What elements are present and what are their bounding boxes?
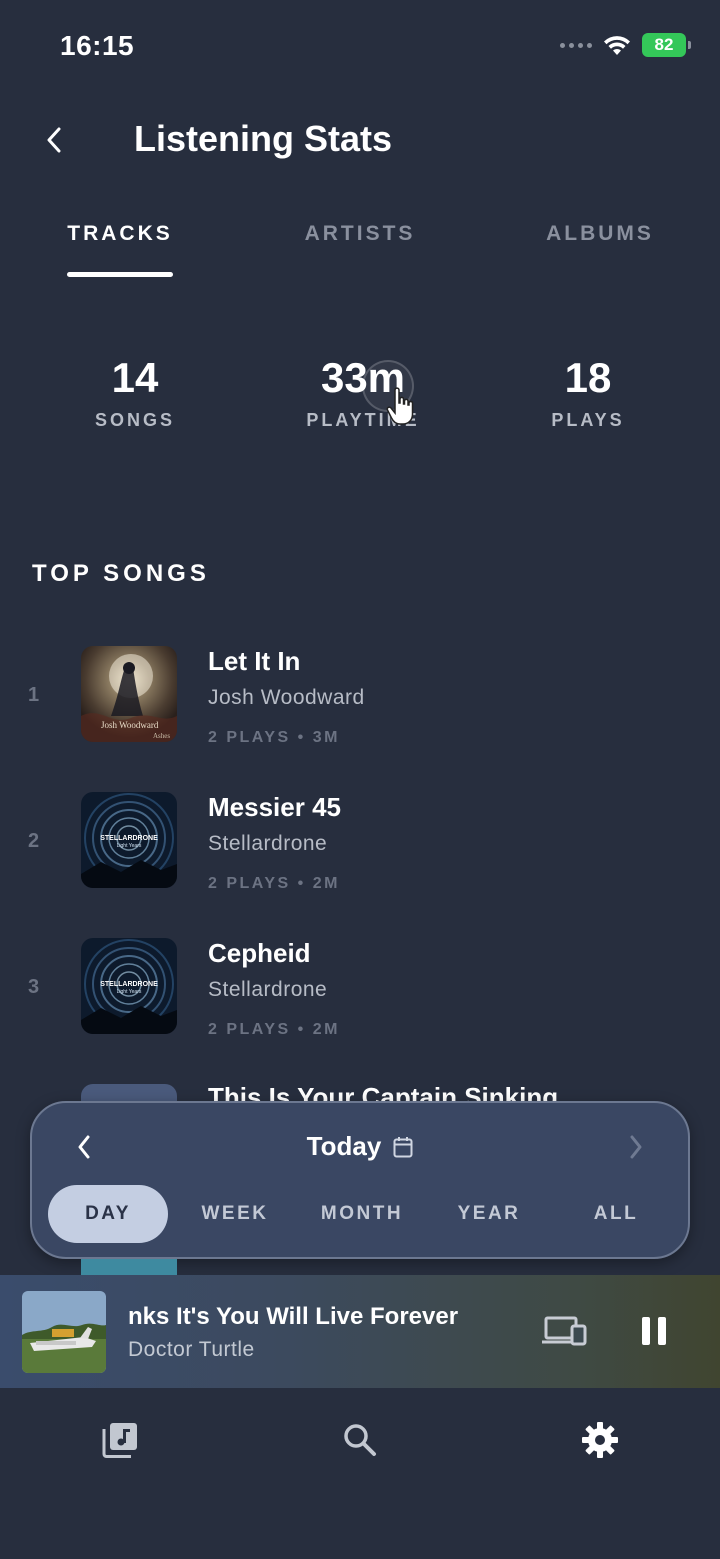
now-playing-bar[interactable]: nks It's You Will Live Forever Doctor Tu… — [0, 1275, 720, 1388]
range-options: DAY WEEK MONTH YEAR ALL — [46, 1185, 676, 1245]
stats-tabs: TRACKS ARTISTS ALBUMS — [0, 210, 720, 282]
wifi-icon — [604, 36, 630, 55]
svg-text:Light Years: Light Years — [117, 989, 142, 995]
stat-plays-label: PLAYS — [551, 410, 625, 430]
song-title: Cepheid — [208, 938, 311, 968]
song-rank: 1 — [28, 684, 40, 706]
battery-level: 82 — [654, 35, 674, 54]
tab-tracks[interactable]: TRACKS — [30, 222, 210, 246]
album-art: Josh Woodward Ashes — [81, 646, 177, 742]
devices-icon — [542, 1316, 587, 1346]
pause-button[interactable] — [636, 1313, 672, 1349]
stat-plays-value: 18 — [564, 354, 612, 401]
song-meta: 2 PLAYS • 2M — [208, 1021, 340, 1038]
chevron-left-icon — [47, 127, 61, 153]
song-row[interactable]: 3 STELLARDRONE Light Years Cepheid Stell… — [0, 938, 720, 1048]
nav-settings[interactable] — [580, 1420, 620, 1460]
song-row[interactable]: 1 Josh Woodward Ashes Let It In Josh Woo… — [0, 646, 720, 756]
pause-icon — [642, 1317, 666, 1345]
bottom-navigation — [0, 1388, 720, 1559]
back-button[interactable] — [36, 120, 72, 160]
song-row-hidden — [0, 1259, 720, 1275]
album-art — [81, 1259, 177, 1275]
song-rank: 3 — [28, 976, 40, 998]
svg-text:Josh Woodward: Josh Woodward — [101, 720, 159, 730]
song-artist: Stellardrone — [208, 832, 328, 855]
header: Listening Stats — [0, 108, 720, 172]
stats-summary: 14 SONGS 33m PLAYTIME 18 PLAYS — [0, 350, 720, 460]
svg-text:STELLARDRONE: STELLARDRONE — [100, 835, 158, 842]
top-songs-heading: TOP SONGS — [32, 560, 210, 587]
devices-button[interactable] — [542, 1313, 588, 1349]
search-icon — [344, 1424, 376, 1456]
cellular-signal-icon — [560, 42, 592, 48]
album-art: STELLARDRONE Light Years — [81, 792, 177, 888]
status-bar: 16:15 82 — [0, 0, 720, 92]
song-row[interactable]: 2 STELLARDRONE Light Years Messier 45 St… — [0, 792, 720, 902]
time-range-selector: Today DAY WEEK MONTH YEAR ALL — [30, 1101, 690, 1259]
range-option-month[interactable]: MONTH — [302, 1185, 422, 1243]
svg-text:STELLARDRONE: STELLARDRONE — [100, 981, 158, 988]
svg-text:Ashes: Ashes — [153, 732, 170, 740]
hand-pointer-icon — [386, 387, 414, 425]
status-icons: 82 — [560, 33, 691, 57]
settings-icon — [582, 1422, 618, 1458]
range-option-week[interactable]: WEEK — [175, 1185, 295, 1243]
stat-songs-label: SONGS — [94, 410, 175, 430]
song-title: Messier 45 — [208, 792, 341, 822]
now-playing-artist: Doctor Turtle — [128, 1338, 255, 1361]
battery-icon: 82 — [642, 33, 691, 57]
status-time: 16:15 — [60, 30, 135, 61]
album-art: STELLARDRONE Light Years — [81, 938, 177, 1034]
song-meta: 2 PLAYS • 3M — [208, 729, 340, 746]
stat-songs-value: 14 — [111, 354, 159, 401]
now-playing-title: nks It's You Will Live Forever — [128, 1303, 459, 1330]
range-option-year[interactable]: YEAR — [429, 1185, 549, 1243]
tab-indicator — [67, 272, 173, 277]
page-title: Listening Stats — [134, 118, 393, 159]
range-label: Today — [306, 1131, 382, 1161]
song-artist: Stellardrone — [208, 978, 328, 1001]
range-option-all[interactable]: ALL — [556, 1185, 676, 1243]
range-option-day[interactable]: DAY — [48, 1185, 168, 1243]
calendar-icon — [393, 1136, 413, 1157]
nav-library[interactable] — [100, 1420, 140, 1460]
tab-albums[interactable]: ALBUMS — [510, 222, 690, 246]
tab-artists[interactable]: ARTISTS — [270, 222, 450, 246]
song-artist: Josh Woodward — [208, 686, 365, 709]
now-playing-art — [22, 1291, 106, 1373]
stat-playtime-label: PLAYTIME — [306, 410, 420, 430]
range-label-button[interactable]: Today — [32, 1131, 688, 1162]
svg-text:Light Years: Light Years — [117, 843, 142, 849]
song-meta: 2 PLAYS • 2M — [208, 875, 340, 892]
library-icon — [102, 1423, 137, 1458]
chevron-right-icon — [630, 1135, 642, 1159]
song-title: Let It In — [208, 646, 301, 676]
stat-songs: 14 SONGS — [35, 350, 235, 431]
nav-search[interactable] — [340, 1420, 380, 1460]
stat-plays: 18 PLAYS — [488, 350, 688, 431]
song-rank: 2 — [28, 830, 40, 852]
next-range-button[interactable] — [622, 1131, 650, 1163]
